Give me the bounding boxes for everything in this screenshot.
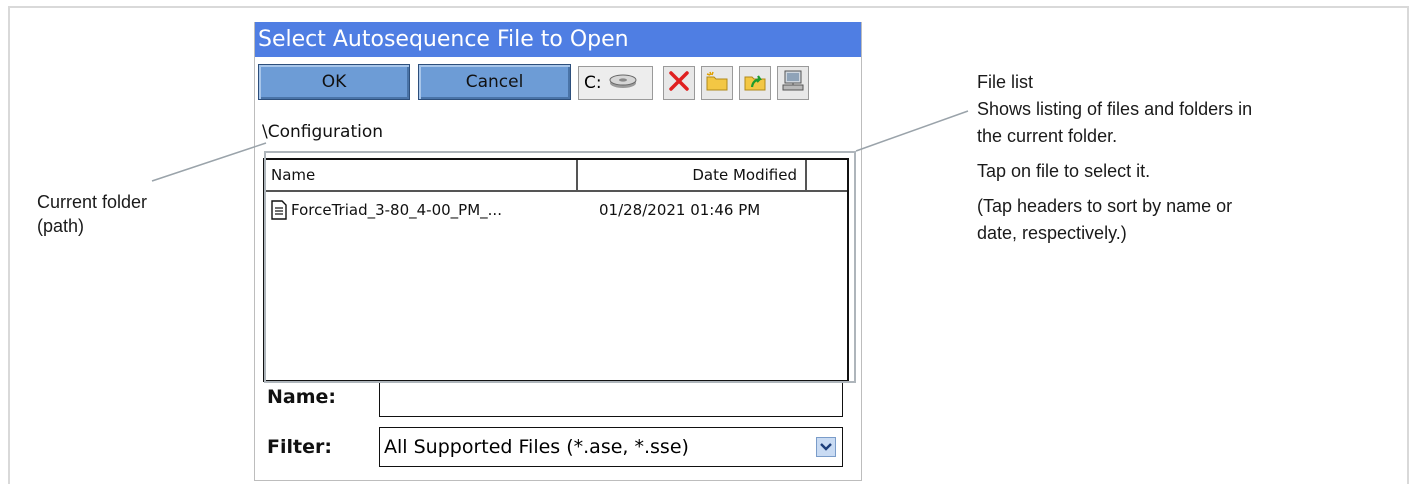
callout-line: Shows listing of files and folders in <box>977 99 1253 119</box>
callout-line: Tap on file to select it. <box>977 161 1151 181</box>
current-folder-callout: Current folder (path) <box>37 190 147 238</box>
callout-line: the current folder. <box>977 126 1118 146</box>
callout-line: (path) <box>37 216 85 236</box>
callout-line: Current folder <box>37 192 148 212</box>
current-folder-leader-line <box>151 142 267 182</box>
callout-line: (Tap headers to sort by name or <box>977 196 1233 216</box>
callout-line: date, respectively.) <box>977 223 1127 243</box>
file-list-callout: File list Shows listing of files and fol… <box>977 70 1252 245</box>
file-list-leader-line <box>855 110 969 152</box>
callout-title: File list <box>977 72 1034 92</box>
